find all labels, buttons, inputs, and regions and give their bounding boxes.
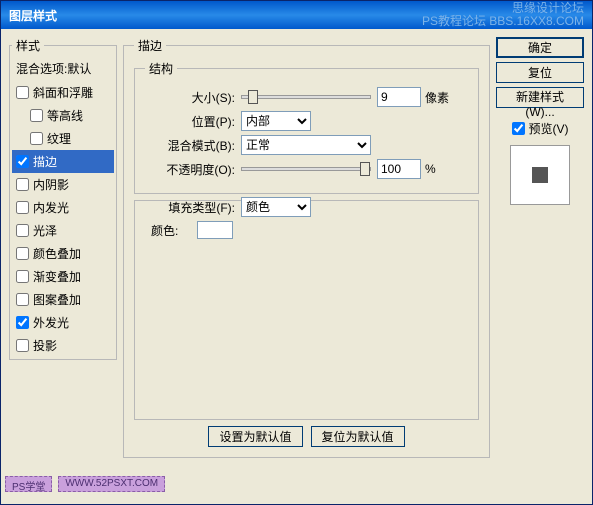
style-label-2: 纹理 [47,130,71,147]
cancel-button[interactable]: 复位 [496,62,584,83]
window-title: 图层样式 [9,7,57,24]
stroke-legend: 描边 [134,37,166,54]
preview-label: 预览(V) [529,120,569,137]
style-label-9: 图案叠加 [33,291,81,308]
opacity-label: 不透明度(O): [145,161,235,178]
blend-options-default[interactable]: 混合选项:默认 [12,56,114,81]
style-item-6[interactable]: 光泽 [12,219,114,242]
style-item-0[interactable]: 斜面和浮雕 [12,81,114,104]
style-label-1: 等高线 [47,107,83,124]
style-item-4[interactable]: 内阴影 [12,173,114,196]
blendmode-select[interactable]: 正常 [241,135,371,155]
style-item-11[interactable]: 投影 [12,334,114,357]
structure-group: 结构 大小(S): 像素 位置(P): 内部 混合模式(B): 正常 [134,60,479,194]
style-item-8[interactable]: 渐变叠加 [12,265,114,288]
opacity-input[interactable] [377,159,421,179]
position-select[interactable]: 内部 [241,111,311,131]
color-swatch[interactable] [197,221,233,239]
size-unit: 像素 [425,89,449,106]
preview-checkbox[interactable] [512,122,525,135]
opacity-slider[interactable] [241,167,371,171]
style-item-2[interactable]: 纹理 [12,127,114,150]
style-checkbox-9[interactable] [16,293,29,306]
style-label-4: 内阴影 [33,176,69,193]
reset-default-button[interactable]: 复位为默认值 [311,426,405,447]
style-checkbox-1[interactable] [30,109,43,122]
style-label-8: 渐变叠加 [33,268,81,285]
style-label-11: 投影 [33,337,57,354]
style-label-3: 描边 [33,153,57,170]
position-label: 位置(P): [145,113,235,130]
style-checkbox-8[interactable] [16,270,29,283]
style-item-10[interactable]: 外发光 [12,311,114,334]
fill-group: 填充类型(F): 颜色 颜色: [134,200,479,420]
filltype-label: 填充类型(F): [145,199,235,216]
new-style-button[interactable]: 新建样式(W)... [496,87,584,108]
style-item-7[interactable]: 颜色叠加 [12,242,114,265]
style-label-6: 光泽 [33,222,57,239]
watermark: 思缘设计论坛 PS教程论坛 BBS.16XX8.COM [422,2,584,28]
preview-thumbnail [510,145,570,205]
style-checkbox-4[interactable] [16,178,29,191]
size-input[interactable] [377,87,421,107]
style-item-1[interactable]: 等高线 [12,104,114,127]
set-default-button[interactable]: 设置为默认值 [208,426,302,447]
footer-tag-1: PS学堂 [5,476,52,492]
filltype-select[interactable]: 颜色 [241,197,311,217]
style-label-5: 内发光 [33,199,69,216]
style-checkbox-6[interactable] [16,224,29,237]
size-label: 大小(S): [145,89,235,106]
ok-button[interactable]: 确定 [496,37,584,58]
style-checkbox-10[interactable] [16,316,29,329]
titlebar: 图层样式 思缘设计论坛 PS教程论坛 BBS.16XX8.COM [1,1,592,29]
footer: PS学堂 WWW.52PSXT.COM [1,474,592,494]
style-checkbox-2[interactable] [30,132,43,145]
structure-legend: 结构 [145,60,177,77]
style-checkbox-0[interactable] [16,86,29,99]
style-checkbox-5[interactable] [16,201,29,214]
style-item-3[interactable]: 描边 [12,150,114,173]
footer-tag-2: WWW.52PSXT.COM [58,476,165,492]
size-slider[interactable] [241,95,371,99]
styles-list: 样式 混合选项:默认 斜面和浮雕等高线纹理描边内阴影内发光光泽颜色叠加渐变叠加图… [9,37,117,360]
style-item-5[interactable]: 内发光 [12,196,114,219]
blendmode-label: 混合模式(B): [145,137,235,154]
style-label-10: 外发光 [33,314,69,331]
style-label-0: 斜面和浮雕 [33,84,93,101]
styles-legend: 样式 [12,37,44,54]
opacity-unit: % [425,162,436,176]
style-checkbox-3[interactable] [16,155,29,168]
color-label: 颜色: [151,222,191,239]
stroke-panel: 描边 结构 大小(S): 像素 位置(P): 内部 混合模式(B): [123,37,490,458]
style-label-7: 颜色叠加 [33,245,81,262]
style-checkbox-11[interactable] [16,339,29,352]
style-checkbox-7[interactable] [16,247,29,260]
style-item-9[interactable]: 图案叠加 [12,288,114,311]
